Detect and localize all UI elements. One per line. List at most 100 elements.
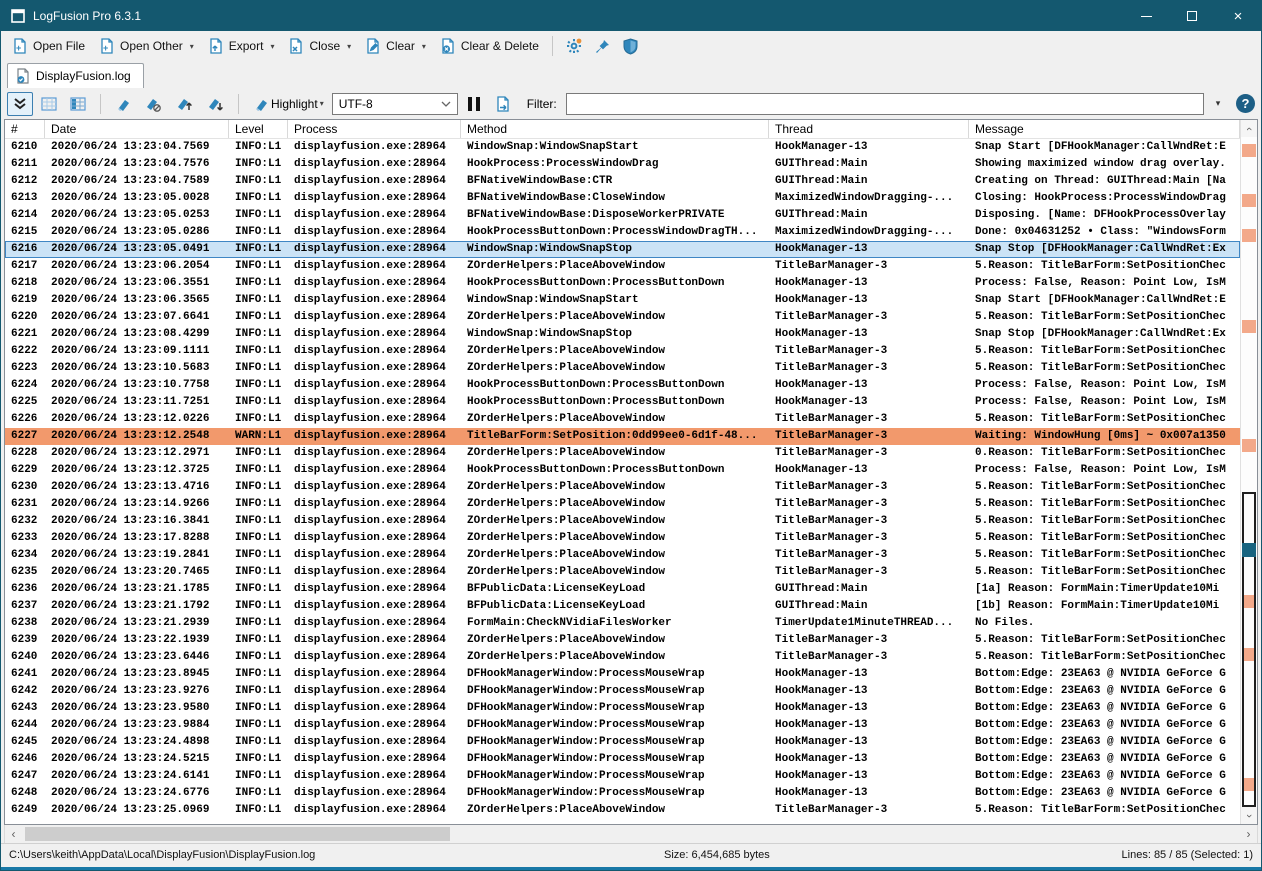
vertical-scrollbar[interactable]: ‹ › <box>1240 120 1257 824</box>
log-row[interactable]: 62192020/06/24 13:23:06.3565INFO:L1displ… <box>5 292 1240 309</box>
help-button[interactable]: ? <box>1236 94 1255 113</box>
column-header[interactable]: Method <box>461 120 769 138</box>
log-row[interactable]: 62262020/06/24 13:23:12.0226INFO:L1displ… <box>5 411 1240 428</box>
column-header[interactable]: # <box>5 120 45 138</box>
log-row[interactable]: 62452020/06/24 13:23:24.4898INFO:L1displ… <box>5 734 1240 751</box>
log-row[interactable]: 62142020/06/24 13:23:05.0253INFO:L1displ… <box>5 207 1240 224</box>
log-row[interactable]: 62362020/06/24 13:23:21.1785INFO:L1displ… <box>5 581 1240 598</box>
column-header[interactable]: Date <box>45 120 229 138</box>
svg-text:+: + <box>103 43 108 53</box>
log-row[interactable]: 62442020/06/24 13:23:23.9884INFO:L1displ… <box>5 717 1240 734</box>
document-clear-icon <box>365 38 381 54</box>
log-row[interactable]: 62302020/06/24 13:23:13.4716INFO:L1displ… <box>5 479 1240 496</box>
follow-tail-button[interactable] <box>490 92 516 116</box>
document-export-icon <box>208 38 224 54</box>
clear-button[interactable]: Clear ▾ <box>358 35 433 57</box>
scroll-down-button[interactable]: › <box>1241 807 1257 824</box>
highlight-mark <box>1242 320 1256 333</box>
log-row[interactable]: 62292020/06/24 13:23:12.3725INFO:L1displ… <box>5 462 1240 479</box>
tab-displayfusion-log[interactable]: DisplayFusion.log <box>7 63 144 88</box>
export-button[interactable]: Export ▾ <box>201 35 282 57</box>
document-plus-icon: + <box>12 38 28 54</box>
vscroll-thumb[interactable] <box>1242 492 1256 807</box>
log-row[interactable]: 62312020/06/24 13:23:14.9266INFO:L1displ… <box>5 496 1240 513</box>
log-row[interactable]: 62352020/06/24 13:23:20.7465INFO:L1displ… <box>5 564 1240 581</box>
log-row[interactable]: 62272020/06/24 13:23:12.2548WARN:L1displ… <box>5 428 1240 445</box>
settings-button[interactable] <box>559 34 589 58</box>
log-row[interactable]: 62432020/06/24 13:23:23.9580INFO:L1displ… <box>5 700 1240 717</box>
log-row[interactable]: 62482020/06/24 13:23:24.6776INFO:L1displ… <box>5 785 1240 802</box>
highlighter-next-button[interactable] <box>201 92 229 116</box>
pin-button[interactable] <box>589 35 617 57</box>
log-row[interactable]: 62112020/06/24 13:23:04.7576INFO:L1displ… <box>5 156 1240 173</box>
log-row[interactable]: 62172020/06/24 13:23:06.2054INFO:L1displ… <box>5 258 1240 275</box>
log-row[interactable]: 62122020/06/24 13:23:04.7589INFO:L1displ… <box>5 173 1240 190</box>
log-row[interactable]: 62382020/06/24 13:23:21.2939INFO:L1displ… <box>5 615 1240 632</box>
filter-dropdown-button[interactable]: ▾ <box>1207 93 1229 115</box>
open-file-button[interactable]: + Open File <box>5 35 92 57</box>
log-row[interactable]: 62342020/06/24 13:23:19.2841INFO:L1displ… <box>5 547 1240 564</box>
document-delete-icon <box>440 38 456 54</box>
chevron-down-icon: ▾ <box>270 42 274 51</box>
log-row[interactable]: 62472020/06/24 13:23:24.6141INFO:L1displ… <box>5 768 1240 785</box>
log-row[interactable]: 62232020/06/24 13:23:10.5683INFO:L1displ… <box>5 360 1240 377</box>
auto-scroll-button[interactable] <box>7 92 33 116</box>
log-row[interactable]: 62372020/06/24 13:23:21.1792INFO:L1displ… <box>5 598 1240 615</box>
log-row[interactable]: 62402020/06/24 13:23:23.6446INFO:L1displ… <box>5 649 1240 666</box>
minimize-icon <box>1141 16 1152 17</box>
status-bar: C:\Users\keith\AppData\Local\DisplayFusi… <box>1 843 1261 867</box>
grid-lines-button[interactable] <box>36 92 62 116</box>
log-row[interactable]: 62412020/06/24 13:23:23.8945INFO:L1displ… <box>5 666 1240 683</box>
column-header[interactable]: Message <box>969 120 1240 138</box>
highlighter-prev-button[interactable] <box>170 92 198 116</box>
log-row[interactable]: 62422020/06/24 13:23:23.9276INFO:L1displ… <box>5 683 1240 700</box>
log-header-row: #DateLevelProcessMethodThreadMessage <box>5 120 1240 139</box>
log-row[interactable]: 62152020/06/24 13:23:05.0286INFO:L1displ… <box>5 224 1240 241</box>
maximize-button[interactable] <box>1169 1 1215 31</box>
log-row[interactable]: 62242020/06/24 13:23:10.7758INFO:L1displ… <box>5 377 1240 394</box>
log-row[interactable]: 62182020/06/24 13:23:06.3551INFO:L1displ… <box>5 275 1240 292</box>
highlighter-clear-button[interactable] <box>139 92 167 116</box>
encoding-select[interactable]: UTF-8 <box>332 93 458 115</box>
log-row[interactable]: 62202020/06/24 13:23:07.6641INFO:L1displ… <box>5 309 1240 326</box>
log-row[interactable]: 62102020/06/24 13:23:04.7569INFO:L1displ… <box>5 139 1240 156</box>
column-header[interactable]: Process <box>288 120 461 138</box>
scroll-up-button[interactable]: ‹ <box>1241 120 1257 137</box>
horizontal-scrollbar[interactable]: ‹ › <box>4 825 1258 843</box>
highlighter-button[interactable] <box>110 92 136 116</box>
minimize-button[interactable] <box>1123 1 1169 31</box>
log-row[interactable]: 62162020/06/24 13:23:05.0491INFO:L1displ… <box>5 241 1240 258</box>
close-log-button[interactable]: Close ▾ <box>281 35 358 57</box>
vscroll-track[interactable] <box>1241 137 1257 807</box>
highlight-menu-button[interactable]: Highlight ▾ <box>248 92 329 116</box>
log-row[interactable]: 62392020/06/24 13:23:22.1939INFO:L1displ… <box>5 632 1240 649</box>
scroll-left-button[interactable]: ‹ <box>5 825 22 843</box>
log-row[interactable]: 62252020/06/24 13:23:11.7251INFO:L1displ… <box>5 394 1240 411</box>
hscroll-thumb[interactable] <box>25 827 450 841</box>
column-header[interactable]: Level <box>229 120 288 138</box>
highlight-mark <box>1242 194 1256 207</box>
scroll-right-button[interactable]: › <box>1240 825 1257 843</box>
log-toolbar: Highlight ▾ UTF-8 Filter: ▾ ? <box>1 88 1261 119</box>
log-row[interactable]: 62222020/06/24 13:23:09.1111INFO:L1displ… <box>5 343 1240 360</box>
log-row[interactable]: 62492020/06/24 13:23:25.0969INFO:L1displ… <box>5 802 1240 819</box>
log-row[interactable]: 62282020/06/24 13:23:12.2971INFO:L1displ… <box>5 445 1240 462</box>
shield-button[interactable] <box>617 35 644 58</box>
chevron-down-icon: › <box>1243 814 1255 818</box>
chevron-down-icon: ▾ <box>320 99 324 108</box>
column-header[interactable]: Thread <box>769 120 969 138</box>
chevron-left-icon: ‹ <box>12 827 16 841</box>
selected-line-mark <box>1242 543 1256 557</box>
chevron-down-icon: ▾ <box>1216 98 1221 109</box>
log-row[interactable]: 62462020/06/24 13:23:24.5215INFO:L1displ… <box>5 751 1240 768</box>
close-button[interactable]: × <box>1215 1 1261 31</box>
log-row[interactable]: 62212020/06/24 13:23:08.4299INFO:L1displ… <box>5 326 1240 343</box>
grid-columns-button[interactable] <box>65 92 91 116</box>
filter-input[interactable] <box>566 93 1204 115</box>
log-row[interactable]: 62322020/06/24 13:23:16.3841INFO:L1displ… <box>5 513 1240 530</box>
pause-button[interactable] <box>461 92 487 116</box>
open-other-button[interactable]: + Open Other ▾ <box>92 35 201 57</box>
log-row[interactable]: 62332020/06/24 13:23:17.8288INFO:L1displ… <box>5 530 1240 547</box>
log-row[interactable]: 62132020/06/24 13:23:05.0028INFO:L1displ… <box>5 190 1240 207</box>
clear-delete-button[interactable]: Clear & Delete <box>433 35 546 57</box>
